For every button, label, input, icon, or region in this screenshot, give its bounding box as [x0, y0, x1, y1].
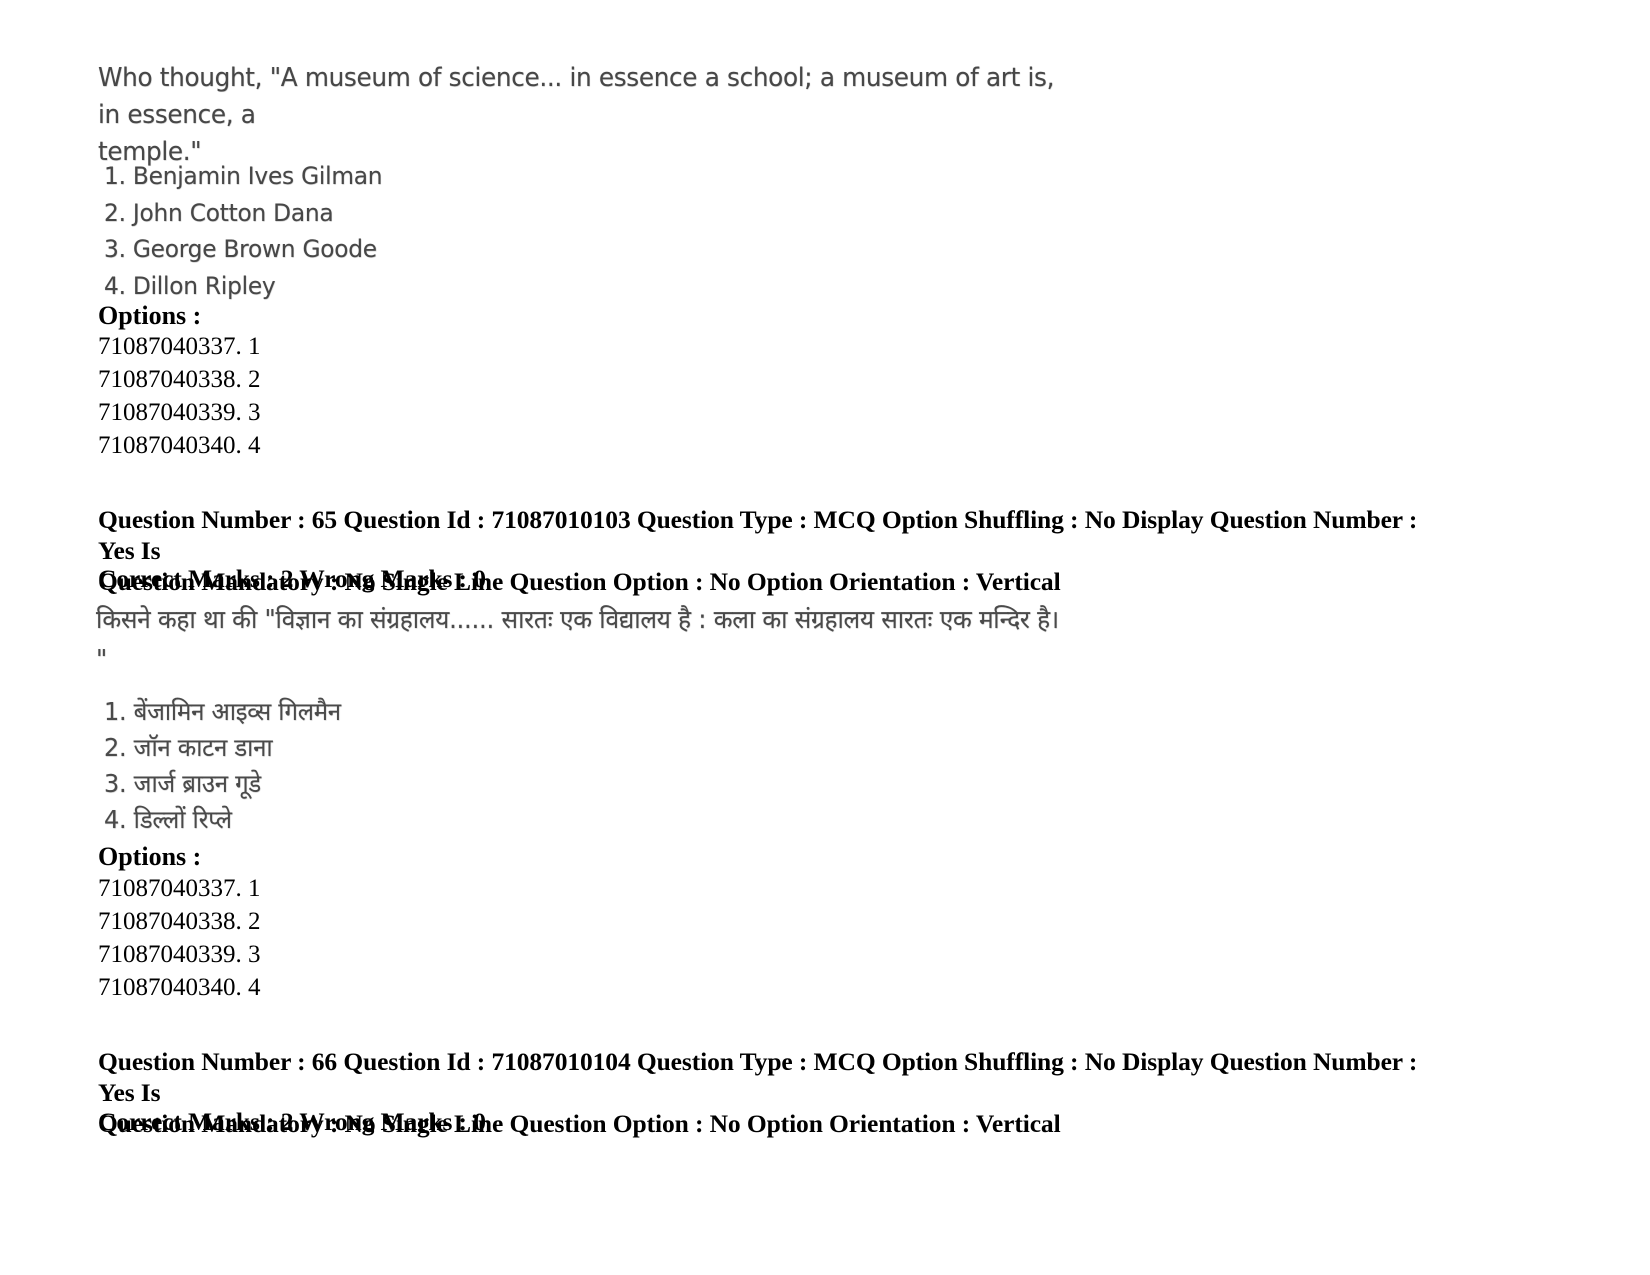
- question-64-options-label: Options :: [98, 301, 202, 330]
- question-64-stem: Who thought, "A museum of science... in …: [98, 60, 1068, 171]
- question-64-stem-line-1: Who thought, "A museum of science... in …: [98, 63, 1055, 130]
- question-65-choice-2: 2. जॉन काटन डाना: [104, 733, 273, 762]
- question-64-option-id-4: 71087040340. 4: [98, 432, 261, 459]
- question-65-stem: किसने कहा था की "विज्ञान का संग्रहालय...…: [96, 600, 1066, 680]
- question-64-option-id-3: 71087040339. 3: [98, 399, 261, 426]
- question-65-option-ids: 71087040337. 1 71087040338. 2 7108704033…: [98, 872, 261, 1004]
- question-64-choice-4: 4. Dillon Ripley: [104, 271, 276, 300]
- question-64-choices: 1. Benjamin Ives Gilman 2. John Cotton D…: [104, 158, 783, 304]
- question-64-choice-1: 1. Benjamin Ives Gilman: [104, 162, 383, 190]
- question-64-choice-2: 2. John Cotton Dana: [104, 198, 334, 227]
- question-65-choice-4: 4. डिल्लों रिप्ले: [104, 805, 232, 834]
- question-65-option-id-2: 71087040338. 2: [98, 908, 261, 935]
- question-65-choices: 1. बेंजामिन आइव्स गिलमैन 2. जॉन काटन डान…: [104, 694, 776, 838]
- question-65-choice-1: 1. बेंजामिन आइव्स गिलमैन: [104, 697, 341, 726]
- question-64-option-ids: 71087040337. 1 71087040338. 2 7108704033…: [98, 330, 261, 462]
- question-64-option-id-1: 71087040337. 1: [98, 333, 261, 360]
- question-65-stem-line-1: किसने कहा था की "विज्ञान का संग्रहालय...…: [96, 605, 1059, 635]
- question-65-marks: Correct Marks : 2 Wrong Marks : 0: [98, 564, 486, 593]
- question-65-option-id-4: 71087040340. 4: [98, 974, 261, 1001]
- question-65-stem-line-2: ": [96, 645, 107, 675]
- question-65-choice-3: 3. जार्ज ब्राउन गूडे: [104, 769, 261, 798]
- question-65-option-id-3: 71087040339. 3: [98, 941, 261, 968]
- question-65-option-id-1: 71087040337. 1: [98, 875, 261, 902]
- question-66-marks: Correct Marks : 2 Wrong Marks : 0: [98, 1107, 486, 1136]
- question-65-metadata-line-1: Question Number : 65 Question Id : 71087…: [98, 505, 1418, 565]
- question-paper-page: Who thought, "A museum of science... in …: [0, 0, 1650, 1275]
- question-64-choice-3: 3. George Brown Goode: [104, 235, 377, 263]
- question-66-metadata-line-1: Question Number : 66 Question Id : 71087…: [98, 1047, 1418, 1107]
- question-65-options-label: Options :: [98, 842, 202, 871]
- question-64-option-id-2: 71087040338. 2: [98, 366, 261, 393]
